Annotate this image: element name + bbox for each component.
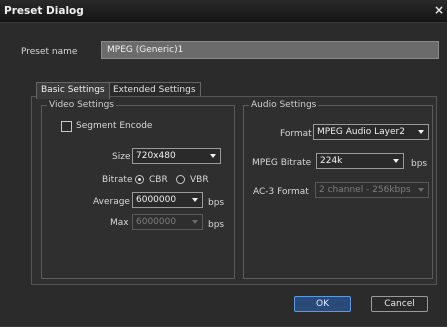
bitrate-label: Bitrate (102, 175, 133, 185)
title-bar: Preset Dialog × (0, 0, 447, 23)
preset-name-input[interactable]: MPEG (Generic)1 (101, 41, 439, 59)
ac3-format-select[interactable]: 2 channel - 256kbps (315, 182, 429, 198)
window-title: Preset Dialog (4, 5, 84, 17)
audio-settings-title: Audio Settings (249, 100, 319, 110)
average-select[interactable]: 6000000 (132, 192, 203, 208)
chevron-down-icon (192, 220, 198, 224)
close-icon[interactable]: × (434, 3, 444, 17)
ac3-format-select-value: 2 channel - 256kbps (319, 185, 411, 195)
vbr-radio[interactable] (176, 175, 185, 184)
size-label: Size (112, 152, 131, 162)
format-select-value: MPEG Audio Layer2 (317, 127, 405, 137)
chevron-down-icon (210, 154, 216, 158)
mpeg-bitrate-unit: bps (411, 159, 428, 169)
ac3-format-label: AC-3 Format (253, 187, 309, 197)
video-settings-group: Video Settings Segment Encode Size 720x4… (41, 100, 235, 279)
size-select-value: 720x480 (136, 151, 176, 161)
preset-name-label: Preset name (21, 47, 78, 57)
chevron-down-icon (192, 198, 198, 202)
chevron-down-icon (418, 130, 424, 134)
format-label: Format (280, 129, 312, 139)
average-unit: bps (208, 198, 225, 208)
mpeg-bitrate-select-value: 224k (320, 156, 343, 166)
max-unit: bps (208, 220, 225, 230)
cancel-button[interactable]: Cancel (371, 296, 428, 312)
format-select[interactable]: MPEG Audio Layer2 (313, 124, 429, 140)
vbr-label: VBR (190, 175, 209, 185)
max-select-value: 6000000 (136, 217, 177, 227)
average-label: Average (93, 197, 130, 207)
chevron-down-icon (418, 188, 424, 192)
cbr-radio[interactable] (135, 175, 144, 184)
segment-encode-label: Segment Encode (76, 121, 153, 131)
audio-settings-group: Audio Settings Format MPEG Audio Layer2 … (243, 100, 433, 279)
segment-encode-checkbox[interactable] (61, 121, 72, 132)
max-select[interactable]: 6000000 (132, 214, 203, 230)
cbr-label: CBR (149, 175, 168, 185)
tab-basic-settings[interactable]: Basic Settings (36, 82, 110, 99)
max-label: Max (110, 218, 129, 228)
size-select[interactable]: 720x480 (132, 148, 221, 164)
video-settings-title: Video Settings (47, 100, 116, 110)
mpeg-bitrate-select[interactable]: 224k (316, 153, 404, 169)
chevron-down-icon (393, 159, 399, 163)
tab-panel: Video Settings Segment Encode Size 720x4… (31, 96, 437, 285)
mpeg-bitrate-label: MPEG Bitrate (252, 158, 312, 168)
ok-button[interactable]: OK (294, 296, 351, 312)
average-select-value: 6000000 (136, 195, 177, 205)
